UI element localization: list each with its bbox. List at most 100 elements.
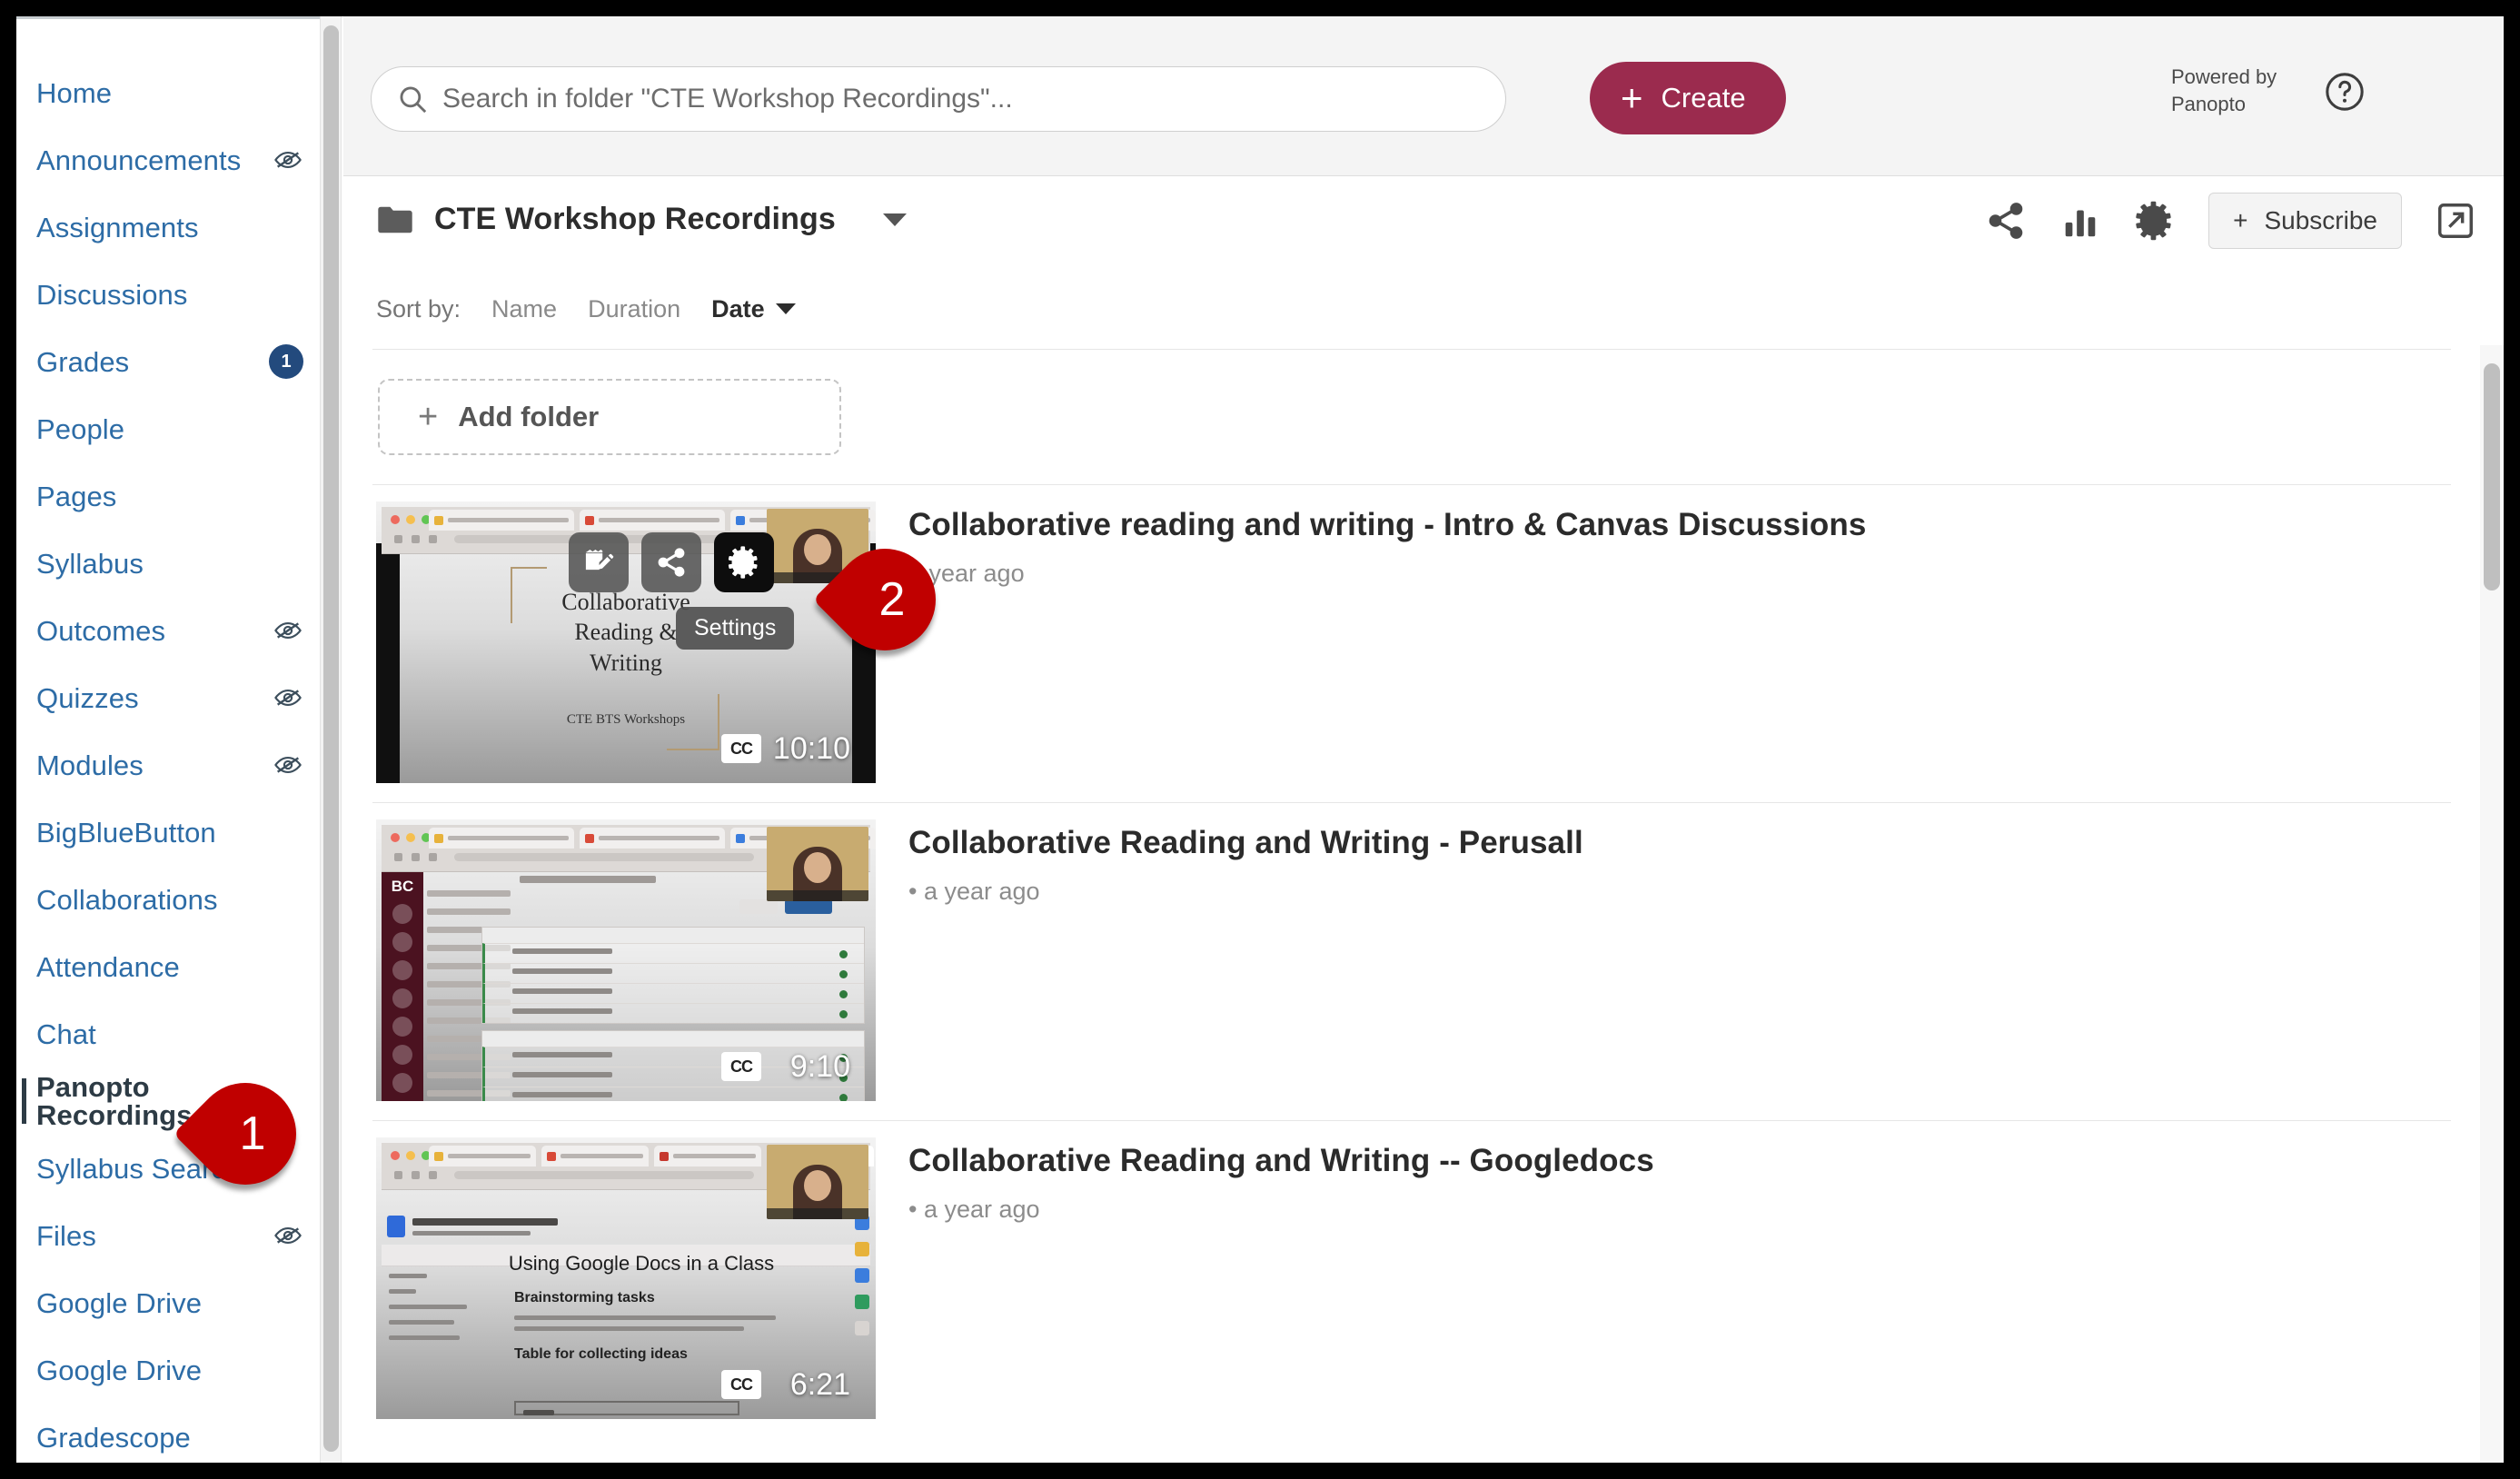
sidebar-item-label: Grades (36, 345, 130, 378)
share-icon[interactable] (641, 532, 701, 592)
sort-option-date-label: Date (711, 294, 765, 323)
help-icon[interactable] (2324, 71, 2366, 113)
sidebar-item-files[interactable]: Files (16, 1202, 334, 1269)
google-docs-icon (387, 1216, 405, 1237)
table-row[interactable]: Collaborative Reading & Writing CTE BTS … (372, 484, 2451, 802)
minimize-dot (406, 515, 415, 524)
sort-option-date[interactable]: Date (711, 295, 796, 323)
folder-title-group: CTE Workshop Recordings (376, 202, 907, 237)
folder-dropdown-caret-icon[interactable] (882, 213, 907, 226)
sidebar-item-label: Discussions (36, 278, 188, 311)
subscribe-button[interactable]: + Subscribe (2208, 193, 2402, 249)
search-input[interactable]: Search in folder "CTE Workshop Recording… (371, 66, 1506, 132)
subscribe-button-label: Subscribe (2264, 206, 2377, 234)
add-folder-label: Add folder (458, 401, 600, 432)
sidebar-item-bigbluebutton[interactable]: BigBlueButton (16, 799, 334, 866)
edit-icon[interactable] (569, 532, 629, 592)
sort-option-duration[interactable]: Duration (588, 295, 680, 323)
sidebar-item-pages[interactable]: Pages (16, 462, 334, 530)
table-row[interactable]: Using Google Docs in a Class Brainstormi… (372, 1120, 2451, 1438)
callout-marker-1-number: 1 (239, 1107, 266, 1160)
video-thumbnail[interactable]: BC CC 9:10 (376, 819, 876, 1101)
settings-tooltip: Settings (676, 607, 795, 650)
create-button[interactable]: + Create (1590, 62, 1786, 134)
lms-assignment-group (481, 927, 865, 1024)
video-title[interactable]: Collaborative reading and writing - Intr… (908, 507, 2451, 543)
course-sidebar-nav: Home Announcements Assignments Discussions G… (16, 16, 334, 1463)
video-meta: Collaborative Reading and Writing -- Goo… (876, 1137, 2451, 1422)
eye-off-icon (273, 749, 303, 780)
main-scrollbar-thumb[interactable] (2484, 363, 2500, 591)
sidebar-item-label: Home (36, 76, 113, 109)
webcam-pip (767, 1145, 868, 1219)
sidebar-item-announcements[interactable]: Announcements (16, 126, 334, 194)
video-title[interactable]: Collaborative Reading and Writing - Peru… (908, 825, 2451, 861)
app-frame: Home Announcements Assignments Discussions G… (16, 16, 2504, 1463)
cc-badge: CC (721, 1052, 761, 1081)
gear-icon[interactable] (2134, 200, 2176, 242)
create-button-label: Create (1661, 82, 1746, 114)
sort-direction-caret-icon (775, 303, 796, 314)
sort-by-label: Sort by: (376, 294, 461, 323)
eye-off-icon (273, 682, 303, 713)
sort-option-name[interactable]: Name (491, 295, 557, 323)
browser-tab (541, 1146, 649, 1166)
sidebar-item-label: Files (36, 1219, 96, 1252)
sidebar-item-chat[interactable]: Chat (16, 1000, 334, 1067)
sidebar-item-label: Gradescope (36, 1421, 191, 1454)
sidebar-item-label: Pages (36, 480, 117, 512)
gdocs-heading-1: Brainstorming tasks (514, 1290, 655, 1305)
video-duration: 10:10 (772, 731, 850, 766)
video-meta: Collaborative reading and writing - Intr… (876, 501, 2451, 786)
sidebar-item-label: BigBlueButton (36, 816, 216, 849)
add-folder-button[interactable]: + Add folder (378, 379, 841, 455)
sidebar-item-outcomes[interactable]: Outcomes (16, 597, 334, 664)
sidebar-item-syllabus[interactable]: Syllabus (16, 530, 334, 597)
video-thumbnail[interactable]: Collaborative Reading & Writing CTE BTS … (376, 501, 876, 783)
stats-icon[interactable] (2059, 200, 2101, 242)
sidebar-item-google-drive[interactable]: Google Drive (16, 1269, 334, 1336)
sidebar-item-people[interactable]: People (16, 395, 334, 462)
video-timestamp: a year ago (908, 560, 1025, 587)
sidebar-item-label: Google Drive (36, 1354, 203, 1386)
search-icon (397, 84, 428, 114)
sidebar-item-attendance[interactable]: Attendance (16, 933, 334, 1000)
sidebar-item-grades[interactable]: Grades 1 (16, 328, 334, 395)
callout-marker-2-number: 2 (878, 573, 906, 626)
gdocs-heading-2: Table for collecting ideas (514, 1346, 688, 1362)
sidebar-item-home[interactable]: Home (16, 59, 334, 126)
sidebar-item-quizzes[interactable]: Quizzes (16, 664, 334, 731)
sidebar-item-gradescope[interactable]: Gradescope (16, 1404, 334, 1463)
sidebar-item-label: Google Drive (36, 1286, 203, 1319)
sidebar-item-assignments[interactable]: Assignments (16, 194, 334, 261)
video-title[interactable]: Collaborative Reading and Writing -- Goo… (908, 1143, 2451, 1179)
sidebar-item-discussions[interactable]: Discussions (16, 261, 334, 328)
lms-course-rail: BC (382, 872, 423, 1101)
gdocs-paragraph (514, 1315, 776, 1337)
thumbnail-hover-actions (569, 532, 774, 592)
sidebar-item-label: Modules (36, 749, 144, 781)
callout-marker-2: 2 (812, 527, 957, 672)
browser-tab (654, 1146, 761, 1166)
webcam-pip (767, 827, 868, 901)
sidebar-item-modules[interactable]: Modules (16, 731, 334, 799)
share-icon[interactable] (1985, 200, 2027, 242)
folder-name: CTE Workshop Recordings (434, 202, 836, 236)
gdocs-document-title: Using Google Docs in a Class (508, 1252, 775, 1275)
sidebar-item-google-drive[interactable]: Google Drive (16, 1336, 334, 1404)
sidebar-item-label: Quizzes (36, 681, 139, 714)
eye-off-icon (273, 615, 303, 646)
plus-icon: + (2233, 206, 2248, 234)
video-timestamp: • a year ago (908, 1196, 1040, 1223)
video-thumbnail[interactable]: Using Google Docs in a Class Brainstormi… (376, 1137, 876, 1419)
video-timestamp: • a year ago (908, 878, 1040, 905)
settings-icon[interactable] (714, 532, 774, 592)
gdocs-side-rail (852, 1216, 872, 1347)
sidebar-scrollbar-thumb[interactable] (323, 25, 339, 1452)
video-duration: 6:21 (789, 1367, 850, 1402)
close-dot (391, 515, 400, 524)
eye-off-icon (273, 144, 303, 175)
open-external-icon[interactable] (2435, 200, 2476, 242)
sidebar-item-collaborations[interactable]: Collaborations (16, 866, 334, 933)
table-row[interactable]: BC CC 9:10 Collaborative Reading and Wri… (372, 802, 2451, 1120)
